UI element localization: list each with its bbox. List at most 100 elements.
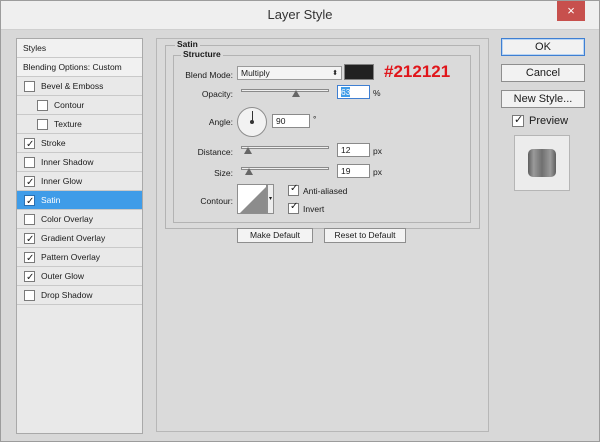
check-icon: ✓ (26, 196, 35, 207)
angle-input[interactable]: 90 (272, 114, 310, 128)
style-item-stroke[interactable]: ✓ Stroke (17, 134, 142, 153)
opacity-input[interactable]: 63 (337, 85, 370, 99)
color-overlay-checkbox[interactable] (24, 214, 35, 225)
anti-aliased-checkbox[interactable]: ✓ (288, 183, 299, 196)
style-item-texture[interactable]: Texture (17, 115, 142, 134)
angle-label: Angle: (208, 117, 233, 127)
style-item-label: Gradient Overlay (41, 233, 106, 243)
inner-glow-checkbox[interactable]: ✓ (24, 176, 35, 188)
distance-label: Distance: (197, 147, 233, 157)
style-item-label: Inner Glow (41, 176, 83, 186)
invert-label: Invert (303, 204, 325, 214)
slider-track (241, 146, 329, 149)
style-item-color-overlay[interactable]: Color Overlay (17, 210, 142, 229)
style-item-label: Texture (54, 119, 82, 129)
layer-style-dialog: Layer Style × Styles Blending Options: C… (0, 0, 600, 442)
style-item-label: Satin (41, 195, 61, 205)
contour-checkbox[interactable] (37, 100, 48, 111)
opacity-unit: % (373, 88, 381, 98)
distance-input[interactable]: 12 (337, 143, 370, 157)
preview-label: Preview (529, 115, 569, 127)
style-item-label: Drop Shadow (41, 290, 93, 300)
satin-settings-panel: Satin Structure Blend Mode: Multiply ⬍ #… (156, 38, 489, 432)
bevel-emboss-checkbox[interactable] (24, 81, 35, 92)
contour-curve-icon (240, 187, 266, 213)
style-item-inner-shadow[interactable]: Inner Shadow (17, 153, 142, 172)
contour-picker[interactable] (237, 184, 267, 214)
structure-group-title: Structure (181, 49, 223, 59)
contour-dropdown-button[interactable]: ▾ (267, 184, 274, 214)
size-input[interactable]: 19 (337, 164, 370, 178)
blend-mode-select[interactable]: Multiply ⬍ (237, 66, 342, 80)
cancel-button[interactable]: Cancel (501, 64, 585, 82)
outer-glow-checkbox[interactable]: ✓ (24, 271, 35, 283)
style-item-gradient-overlay[interactable]: ✓ Gradient Overlay (17, 229, 142, 248)
texture-checkbox[interactable] (37, 119, 48, 130)
styles-header[interactable]: Styles (17, 39, 142, 58)
style-item-label: Inner Shadow (41, 157, 94, 167)
style-item-outer-glow[interactable]: ✓ Outer Glow (17, 267, 142, 286)
new-style-button[interactable]: New Style... (501, 90, 585, 108)
check-icon: ✓ (26, 139, 35, 150)
dial-center (250, 120, 254, 124)
invert-checkbox[interactable]: ✓ (288, 201, 299, 214)
blend-mode-value: Multiply (241, 68, 270, 78)
style-item-label: Pattern Overlay (41, 252, 101, 262)
check-icon: ✓ (26, 253, 35, 264)
style-item-label: Bevel & Emboss (41, 81, 104, 91)
preview-checkbox[interactable]: ✓ (512, 114, 524, 127)
color-swatch[interactable] (344, 64, 374, 80)
reset-to-default-button[interactable]: Reset to Default (324, 228, 406, 243)
style-item-label: Outer Glow (41, 271, 84, 281)
distance-slider[interactable] (241, 143, 329, 154)
blending-options-item[interactable]: Blending Options: Custom (17, 58, 142, 77)
check-icon: ✓ (26, 234, 35, 245)
check-icon: ✓ (514, 114, 524, 126)
dialog-title: Layer Style (267, 7, 333, 22)
angle-unit: ° (313, 114, 317, 124)
check-icon: ✓ (26, 272, 35, 283)
slider-thumb[interactable] (245, 168, 253, 175)
title-bar[interactable]: Layer Style × (1, 1, 599, 30)
ok-button[interactable]: OK (501, 38, 585, 56)
make-default-button[interactable]: Make Default (237, 228, 313, 243)
stroke-checkbox[interactable]: ✓ (24, 138, 35, 150)
contour-label: Contour: (200, 196, 233, 206)
opacity-label: Opacity: (201, 89, 233, 99)
style-item-inner-glow[interactable]: ✓ Inner Glow (17, 172, 142, 191)
style-item-satin[interactable]: ✓ Satin (17, 191, 142, 210)
style-item-pattern-overlay[interactable]: ✓ Pattern Overlay (17, 248, 142, 267)
close-button[interactable]: × (557, 1, 585, 21)
check-icon: ✓ (26, 177, 35, 188)
color-callout: #212121 (384, 62, 451, 81)
satin-checkbox[interactable]: ✓ (24, 195, 35, 207)
style-item-bevel-emboss[interactable]: Bevel & Emboss (17, 77, 142, 96)
slider-thumb[interactable] (292, 90, 300, 97)
check-icon: ✓ (290, 201, 299, 212)
slider-thumb[interactable] (244, 147, 252, 154)
preview-thumbnail (514, 135, 570, 191)
size-label: Size: (214, 168, 233, 178)
style-item-label: Color Overlay (41, 214, 93, 224)
gradient-overlay-checkbox[interactable]: ✓ (24, 233, 35, 245)
chevron-down-icon: ▾ (268, 196, 272, 202)
drop-shadow-checkbox[interactable] (24, 290, 35, 301)
opacity-value: 63 (341, 87, 351, 97)
styles-list: Styles Blending Options: Custom Bevel & … (16, 38, 143, 434)
size-unit: px (373, 167, 382, 177)
pattern-overlay-checkbox[interactable]: ✓ (24, 252, 35, 264)
chevron-updown-icon: ⬍ (332, 70, 338, 77)
inner-shadow-checkbox[interactable] (24, 157, 35, 168)
preview-swatch (528, 149, 556, 177)
angle-value: 90 (276, 116, 286, 126)
check-icon: ✓ (290, 183, 299, 194)
style-item-drop-shadow[interactable]: Drop Shadow (17, 286, 142, 305)
angle-dial[interactable] (237, 107, 267, 137)
blending-options-label: Blending Options: Custom (23, 62, 122, 72)
style-item-contour[interactable]: Contour (17, 96, 142, 115)
style-item-label: Stroke (41, 138, 66, 148)
slider-track (241, 167, 329, 170)
distance-value: 12 (341, 145, 351, 155)
opacity-slider[interactable] (241, 86, 329, 97)
size-slider[interactable] (241, 164, 329, 175)
